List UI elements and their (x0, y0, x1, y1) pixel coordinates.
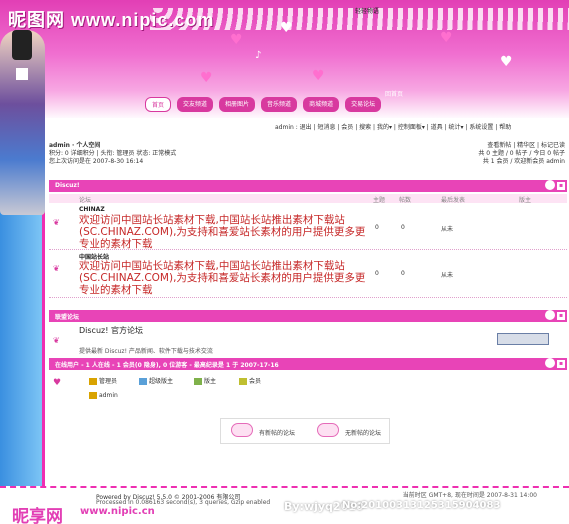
no-new-posts-icon (317, 423, 339, 437)
legend-mod: 版主 (194, 376, 216, 385)
nav-item[interactable]: 交易论坛 (345, 97, 382, 112)
online-user[interactable]: admin (89, 392, 118, 399)
collapse-icon[interactable]: ▪ (557, 312, 565, 320)
col-topics: 主题 (373, 197, 386, 204)
forum-status-icon: ❦ (53, 264, 60, 273)
forum-status-legend: 有新帖的论坛 无新帖的论坛 (220, 418, 390, 444)
forum-row: ❦ CHINAZ 欢迎访问中国站长站素材下载,中国站长站推出素材下载站(SC.C… (49, 204, 567, 250)
category-header: Discuz! ▪ (49, 180, 567, 192)
heart-icon: ♥ (230, 32, 243, 48)
last-visit: 您上次访问是在 2007-8-30 16:14 (49, 158, 144, 165)
censored-box (16, 68, 28, 80)
main-content: admin : 退出 | 短消息 | 会员 | 搜索 | 我的▾ | 控制面板▾… (42, 118, 569, 488)
category-title[interactable]: Discuz! (55, 182, 80, 189)
footer-processed: Processed in 0.086163 second(s), 3 queri… (96, 499, 271, 506)
alliance-header: 联盟论坛 ▪ (49, 310, 567, 322)
post-stats: 共 0 主题 / 0 帖子 / 今日 0 帖子 (478, 150, 565, 157)
legend-admin: 管理员 (89, 376, 117, 385)
main-nav: 首页 交友频道 相册图片 音乐频道 商城频道 交易论坛 (145, 97, 382, 112)
music-note-icon: ♪ (255, 50, 262, 61)
collapse-icon[interactable]: ▪ (557, 182, 565, 190)
user-info: admin · 个人空间 积分: 0 详细积分 | 头衔: 管理员 状态: 正常… (49, 142, 176, 166)
col-posts: 帖数 (399, 197, 412, 204)
forum-posts: 0 (401, 224, 405, 231)
supermod-icon (139, 378, 147, 385)
watermark-logo: 昵享网 (12, 507, 63, 524)
forum-table-header: 论坛 主题 帖数 最后发表 版主 (49, 194, 567, 204)
new-posts-label: 有新帖的论坛 (259, 430, 296, 437)
heart-icon: ♥ (53, 378, 62, 388)
new-posts-icon (231, 423, 253, 437)
nav-item[interactable]: 音乐频道 (261, 97, 298, 112)
friend-forum: ❦ Discuz! 官方论坛 提供最新 Discuz! 产品新闻、软件下载与技术… (49, 322, 567, 362)
friend-forum-logo[interactable] (497, 333, 549, 345)
heart-icon: ♥ (280, 20, 293, 36)
member-icon (239, 378, 247, 385)
user-space-link[interactable]: admin · 个人空间 (49, 142, 176, 150)
nav-item[interactable]: 相册图片 (219, 97, 256, 112)
avatar-icon (545, 310, 555, 320)
col-last: 最后发表 (441, 197, 466, 204)
heart-icon: ♥ (200, 70, 213, 86)
forum-topics: 0 (375, 224, 379, 231)
mod-icon (194, 378, 202, 385)
forum-posts: 0 (401, 270, 405, 277)
avatar-icon (545, 180, 555, 190)
col-forum: 论坛 (79, 197, 92, 204)
censored-face (12, 30, 32, 60)
online-title: 在线用户 - 1 人在线 - 1 会员(0 隐身), 0 位游客 - 最高纪录是… (55, 362, 279, 369)
user-credit: 积分: 0 详细积分 | 头衔: 管理员 状态: 正常模式 (49, 150, 177, 157)
no-new-posts-label: 无新帖的论坛 (345, 430, 382, 437)
forum-status-icon: ❦ (53, 218, 60, 227)
admin-icon (89, 392, 97, 399)
admin-icon (89, 378, 97, 385)
forum-description: 欢迎访问中国站长站素材下载,中国站长站推出素材下载站(SC.CHINAZ.COM… (79, 260, 366, 296)
heart-icon: ♥ (312, 68, 325, 84)
alliance-title[interactable]: 联盟论坛 (55, 314, 79, 321)
quick-links[interactable]: 查看新帖 | 精华区 | 标记已读 (478, 142, 565, 150)
forum-row: ❦ 中国站长站 欢迎访问中国站长站素材下载,中国站长站推出素材下载站(SC.CH… (49, 250, 567, 298)
site-title: 轻轻物语 (355, 8, 380, 15)
online-header: 在线用户 - 1 人在线 - 1 会员(0 隐身), 0 位游客 - 最高纪录是… (49, 358, 567, 370)
heart-icon: ♥ (500, 54, 513, 70)
forum-description: 欢迎访问中国站长站素材下载,中国站长站推出素材下载站(SC.CHINAZ.COM… (79, 214, 366, 250)
forum-status-icon: ❦ (53, 336, 60, 345)
col-moderator: 版主 (519, 197, 532, 204)
friend-forum-title[interactable]: Discuz! 官方论坛 (79, 325, 143, 336)
nav-item[interactable]: 交友频道 (177, 97, 214, 112)
forum-topics: 0 (375, 270, 379, 277)
forum-last-post: 从未 (441, 226, 454, 233)
watermark-id: No:20100313125315904083 (342, 500, 501, 511)
forum-last-post: 从未 (441, 272, 454, 279)
watermark-top: 昵图网 www.nipic.com (8, 10, 215, 30)
collapse-icon[interactable]: ▪ (557, 360, 565, 368)
home-link[interactable]: 回首页 (385, 89, 403, 98)
nav-item[interactable]: 商城频道 (303, 97, 340, 112)
nav-item[interactable]: 首页 (145, 97, 172, 112)
footer-timezone: 当前时区 GMT+8, 现在时间是 2007-8-31 14:00 (402, 492, 537, 499)
board-stats: 查看新帖 | 精华区 | 标记已读 共 0 主题 / 0 帖子 / 今日 0 帖… (478, 142, 565, 166)
watermark-url: www.nipic.cn (80, 506, 155, 517)
legend-member: 会员 (239, 376, 261, 385)
heart-icon: ♥ (440, 30, 453, 46)
online-legend: ♥ 管理员 超级版主 版主 会员 admin (49, 372, 567, 416)
member-stats: 共 1 会员 / 欢迎新会员 admin (482, 158, 565, 165)
friend-forum-desc: 提供最新 Discuz! 产品新闻、软件下载与技术交流 (79, 348, 213, 355)
forum-name[interactable]: CHINAZ (79, 206, 105, 213)
avatar-icon (545, 358, 555, 368)
legend-supermod: 超级版主 (139, 376, 173, 385)
top-nav-links[interactable]: admin : 退出 | 短消息 | 会员 | 搜索 | 我的▾ | 控制面板▾… (275, 122, 511, 131)
decorative-figure (0, 30, 45, 215)
